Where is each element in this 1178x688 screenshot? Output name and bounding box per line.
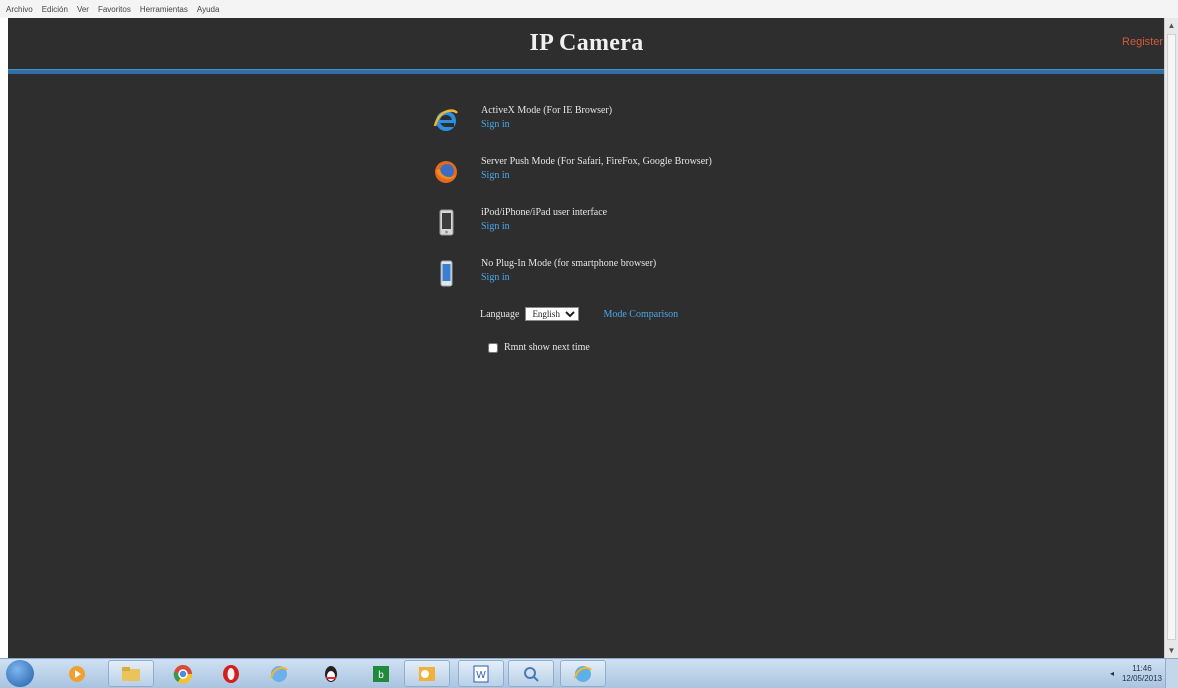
word-button[interactable]: W <box>458 660 504 687</box>
ie-taskbar-button[interactable] <box>256 660 302 687</box>
opera-button[interactable] <box>208 660 254 687</box>
chrome-icon <box>173 664 193 684</box>
browser-menu-bar: Archivo Edición Ver Favoritos Herramient… <box>0 0 1178 18</box>
menu-item-view[interactable]: Ver <box>77 5 89 14</box>
svg-text:W: W <box>476 670 486 681</box>
windows-taskbar: b W ◂ 11:46 12/05/2013 <box>0 658 1178 688</box>
remember-checkbox[interactable] <box>488 342 498 353</box>
excel-button[interactable]: b <box>358 660 404 687</box>
spreadsheet-icon: b <box>373 665 389 682</box>
chrome-button[interactable] <box>160 660 206 687</box>
option-activex: ActiveX Mode (For IE Browser) Sign in <box>433 104 853 155</box>
outlook-button[interactable] <box>404 660 450 687</box>
menu-item-file[interactable]: Archivo <box>6 5 33 14</box>
magnifier-icon <box>524 666 539 682</box>
qq-button[interactable] <box>308 660 354 687</box>
media-player-icon <box>69 665 85 682</box>
media-player-button[interactable] <box>54 660 100 687</box>
language-select[interactable]: English <box>525 307 580 321</box>
document-icon: W <box>473 665 489 682</box>
option-label: iPod/iPhone/iPad user interface <box>481 207 608 218</box>
tray-arrow-icon[interactable]: ◂ <box>1110 669 1114 678</box>
system-tray: ◂ 11:46 12/05/2013 <box>1038 659 1162 688</box>
firefox-icon <box>435 161 457 183</box>
menu-item-help[interactable]: Ayuda <box>197 5 220 14</box>
remember-label: Rmnt show next time <box>504 342 590 353</box>
ie-icon <box>433 109 458 131</box>
page-title: IP Camera <box>529 30 644 56</box>
language-label: Language <box>480 308 520 320</box>
show-desktop-button[interactable] <box>1165 659 1178 688</box>
smartphone-icon <box>440 260 453 287</box>
scroll-up-icon[interactable]: ▲ <box>1167 21 1176 30</box>
sign-in-link-ipod[interactable]: Sign in <box>481 219 841 234</box>
search-button[interactable] <box>508 660 554 687</box>
option-no-plugin: No Plug-In Mode (for smartphone browser)… <box>433 257 853 308</box>
clock[interactable]: 11:46 12/05/2013 <box>1122 664 1162 684</box>
ipod-icon <box>439 209 454 236</box>
language-row: Language English Mode Comparison <box>480 307 678 321</box>
page-header: IP Camera Register <box>8 18 1165 74</box>
clock-date: 12/05/2013 <box>1121 673 1162 683</box>
clock-time: 11:46 <box>1132 663 1152 673</box>
login-mode-list: ActiveX Mode (For IE Browser) Sign in Se… <box>433 104 853 308</box>
svg-text:b: b <box>378 670 384 681</box>
option-label: Server Push Mode (For Safari, FireFox, G… <box>481 156 712 167</box>
menu-item-edit[interactable]: Edición <box>42 5 68 14</box>
opera-icon <box>223 664 239 683</box>
sign-in-link-activex[interactable]: Sign in <box>481 117 841 132</box>
vertical-scrollbar[interactable]: ▲ ▼ <box>1164 18 1178 658</box>
option-label: No Plug-In Mode (for smartphone browser) <box>481 258 657 269</box>
sign-in-link-server-push[interactable]: Sign in <box>481 168 841 183</box>
ie-taskbar-icon <box>270 665 288 682</box>
option-server-push: Server Push Mode (For Safari, FireFox, G… <box>433 155 853 206</box>
mail-icon <box>419 666 435 681</box>
scroll-down-icon[interactable]: ▼ <box>1167 646 1176 655</box>
option-ipod: iPod/iPhone/iPad user interface Sign in <box>433 206 853 257</box>
remember-row: Rmnt show next time <box>488 342 590 353</box>
option-label: ActiveX Mode (For IE Browser) <box>481 105 613 116</box>
sign-in-link-no-plugin[interactable]: Sign in <box>481 270 841 285</box>
register-link[interactable]: Register <box>1122 36 1163 48</box>
page-viewport: IP Camera Register ActiveX Mode (For IE … <box>8 18 1165 658</box>
start-button[interactable] <box>6 660 34 687</box>
mode-comparison-link[interactable]: Mode Comparison <box>603 309 678 320</box>
penguin-icon <box>325 665 337 682</box>
globe-icon <box>574 665 592 682</box>
menu-item-tools[interactable]: Herramientas <box>140 5 188 14</box>
explorer-button[interactable] <box>108 660 154 687</box>
folder-icon <box>122 666 140 681</box>
menu-item-favorites[interactable]: Favoritos <box>98 5 131 14</box>
scroll-thumb[interactable] <box>1167 34 1176 640</box>
header-divider <box>8 69 1165 74</box>
ie-window-button[interactable] <box>560 660 606 687</box>
